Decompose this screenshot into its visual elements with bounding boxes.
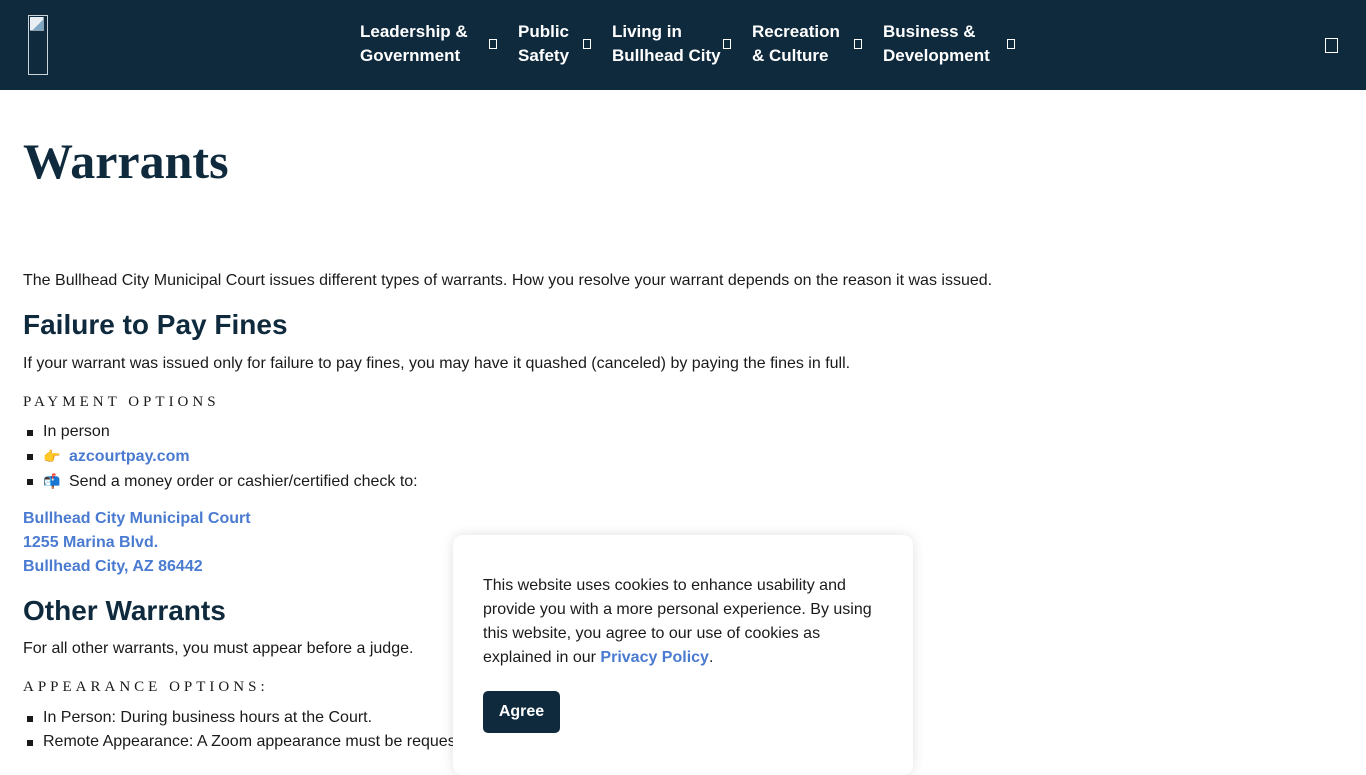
- nav-label-line1: Living in: [612, 22, 682, 41]
- nav-recreation-culture[interactable]: Recreation & Culture: [752, 20, 840, 68]
- pointing-hand-icon: 👉: [43, 448, 61, 464]
- list-item: 📬 Send a money order or cashier/certified…: [27, 469, 418, 494]
- chevron-down-icon[interactable]: [1007, 39, 1015, 49]
- privacy-policy-link[interactable]: Privacy Policy: [600, 649, 709, 666]
- nav-label-line1: Business &: [883, 22, 976, 41]
- appearance-options-list: In Person: During business hours at the …: [27, 706, 456, 754]
- chevron-down-icon[interactable]: [583, 39, 591, 49]
- nav-leadership-government[interactable]: Leadership & Government: [360, 20, 468, 68]
- nav-label-line2: Bullhead City: [612, 46, 721, 65]
- payment-options-label: PAYMENT OPTIONS: [23, 394, 220, 410]
- address-line: Bullhead City, AZ 86442: [23, 558, 203, 575]
- list-item: In person: [27, 420, 418, 444]
- site-logo[interactable]: [28, 15, 48, 75]
- list-item-text: Send a money order or cashier/certified …: [69, 473, 418, 490]
- payment-options-list: In person 👉 azcourtpay.com 📬 Send a money …: [27, 420, 418, 494]
- intro-text: The Bullhead City Municipal Court issues…: [23, 272, 993, 289]
- nav-living-in-bullhead-city[interactable]: Living in Bullhead City: [612, 20, 721, 68]
- section-text-failure-to-pay: If your warrant was issued only for fail…: [23, 355, 851, 372]
- address-line: 1255 Marina Blvd.: [23, 534, 159, 551]
- list-item: Remote Appearance: A Zoom appearance mus…: [27, 730, 456, 754]
- nav-label-line1: Public: [518, 22, 570, 41]
- page-title: Warrants: [23, 133, 229, 189]
- list-item: 👉 azcourtpay.com: [27, 444, 418, 469]
- list-item: In Person: During business hours at the …: [27, 706, 456, 730]
- nav-business-development[interactable]: Business & Development: [883, 20, 990, 68]
- broken-image-icon: [30, 17, 44, 31]
- nav-label-line2: & Culture: [752, 46, 829, 65]
- court-address-link[interactable]: Bullhead City Municipal Court 1255 Marin…: [23, 507, 251, 579]
- nav-public-safety[interactable]: Public Safety: [518, 20, 569, 68]
- cookie-text-end: .: [708, 649, 714, 666]
- nav-label-line2: Development: [883, 46, 990, 65]
- search-icon[interactable]: [1325, 38, 1338, 53]
- section-heading-failure-to-pay: Failure to Pay Fines: [23, 309, 288, 340]
- section-heading-other-warrants: Other Warrants: [23, 595, 226, 626]
- site-header: Leadership & Government Public Safety Li…: [0, 0, 1366, 90]
- nav-label-line1: Recreation: [752, 22, 840, 41]
- azcourtpay-link[interactable]: azcourtpay.com: [69, 448, 190, 465]
- cookie-message: This website uses cookies to enhance usa…: [483, 574, 883, 670]
- section-text-other-warrants: For all other warrants, you must appear …: [23, 640, 414, 657]
- nav-label-line2: Government: [360, 46, 461, 65]
- mailbox-icon: 📬: [43, 473, 61, 489]
- chevron-down-icon[interactable]: [723, 39, 731, 49]
- address-line: Bullhead City Municipal Court: [23, 510, 251, 527]
- chevron-down-icon[interactable]: [854, 39, 862, 49]
- nav-label-line1: Leadership &: [360, 22, 468, 41]
- agree-button[interactable]: Agree: [483, 691, 560, 733]
- chevron-down-icon[interactable]: [489, 39, 497, 49]
- list-item-text: In person: [43, 423, 110, 440]
- nav-label-line2: Safety: [518, 46, 570, 65]
- cookie-consent-banner: This website uses cookies to enhance usa…: [453, 535, 913, 775]
- appearance-options-label: APPEARANCE OPTIONS:: [23, 679, 269, 695]
